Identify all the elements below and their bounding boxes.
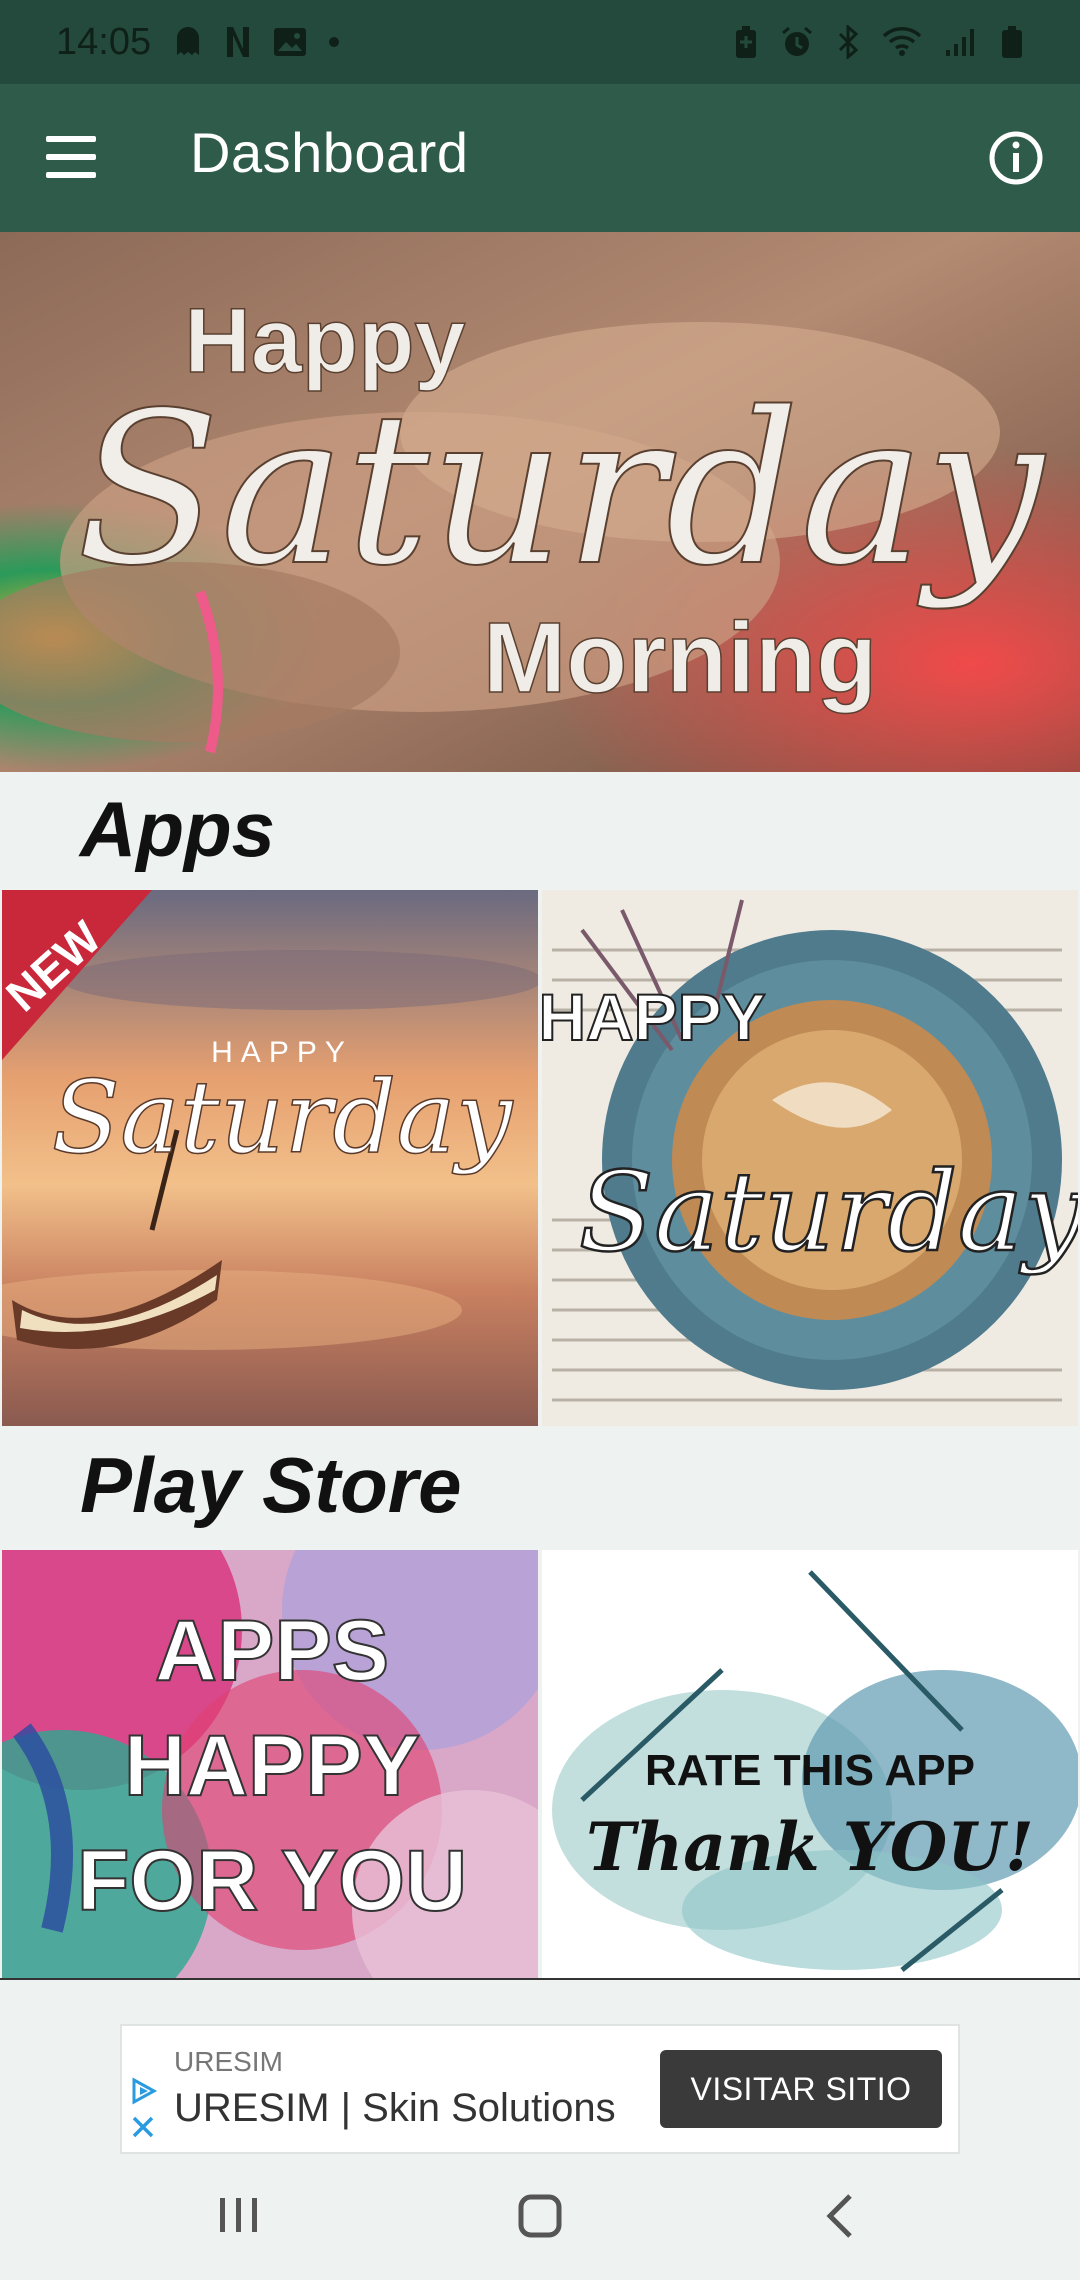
signal-icon [946, 29, 974, 56]
recents-icon[interactable] [216, 2192, 262, 2238]
alarm-icon [782, 26, 812, 56]
app-tile-happy-saturday-coffee[interactable]: HAPPY Saturday [542, 890, 1078, 1426]
ad-headline[interactable]: URESIM | Skin Solutions [174, 2086, 616, 2131]
dot-icon [329, 37, 340, 47]
hero-banner[interactable]: Happy Saturday Morning [0, 232, 1080, 772]
hero-line3: Morning [483, 602, 877, 714]
ad-cta-button[interactable]: VISITAR SITIO [660, 2050, 942, 2128]
app-tile-happy-saturday-sunset[interactable]: NEW HAPPY Saturday [2, 890, 538, 1426]
app-bar: Dashboard [0, 84, 1080, 232]
play-tile-apps-happy-for-you[interactable]: APPS HAPPY FOR YOU [2, 1550, 538, 1978]
battery-icon [1002, 26, 1022, 58]
tile3-line1: APPS [155, 1603, 389, 1699]
notification-ghost-icon [177, 27, 200, 55]
battery-saver-icon [736, 26, 756, 58]
section-title-play-store: Play Store [80, 1441, 462, 1529]
netflix-n-icon [227, 27, 250, 57]
back-icon[interactable] [820, 2192, 860, 2240]
tile2-line2: Saturday [579, 1148, 1078, 1276]
sunset-image: NEW HAPPY Saturday [2, 890, 538, 1426]
hamburger-menu-icon[interactable] [46, 136, 98, 180]
status-time: 14:05 [56, 20, 152, 63]
close-ad-icon[interactable] [130, 2114, 156, 2140]
ad-advertiser: URESIM [174, 2046, 283, 2077]
hero-line2: Saturday [76, 367, 1046, 612]
adchoices-icon[interactable] [128, 2076, 158, 2106]
tile3-line3: FOR YOU [77, 1833, 467, 1929]
status-bar: 14:05 [0, 0, 1080, 84]
tile4-line2: Thank YOU! [586, 1808, 1034, 1886]
coffee-image: HAPPY Saturday [542, 890, 1078, 1426]
bluetooth-icon [838, 25, 859, 59]
play-tile-rate-this-app[interactable]: RATE THIS APP Thank YOU! [542, 1550, 1078, 1978]
divider [0, 1978, 1080, 1980]
tile3-line2: HAPPY [124, 1718, 420, 1814]
page-title: Dashboard [190, 121, 469, 184]
hero-image: Happy Saturday Morning [0, 232, 1080, 772]
tile1-big-text: Saturday [52, 1059, 514, 1176]
tile4-line1: RATE THIS APP [645, 1746, 975, 1795]
watercolor-image: RATE THIS APP Thank YOU! [542, 1550, 1078, 1978]
ad-banner[interactable]: URESIM URESIM | Skin Solutions VISITAR S… [120, 2024, 960, 2154]
tile2-line1: HAPPY [542, 980, 766, 1054]
section-title-apps: Apps [80, 785, 275, 873]
ink-art-image: APPS HAPPY FOR YOU [2, 1550, 538, 1978]
home-icon[interactable] [516, 2192, 564, 2240]
info-icon[interactable] [986, 128, 1046, 188]
gallery-icon [274, 28, 307, 56]
system-nav-bar [0, 2154, 1080, 2280]
wifi-icon [882, 27, 922, 56]
